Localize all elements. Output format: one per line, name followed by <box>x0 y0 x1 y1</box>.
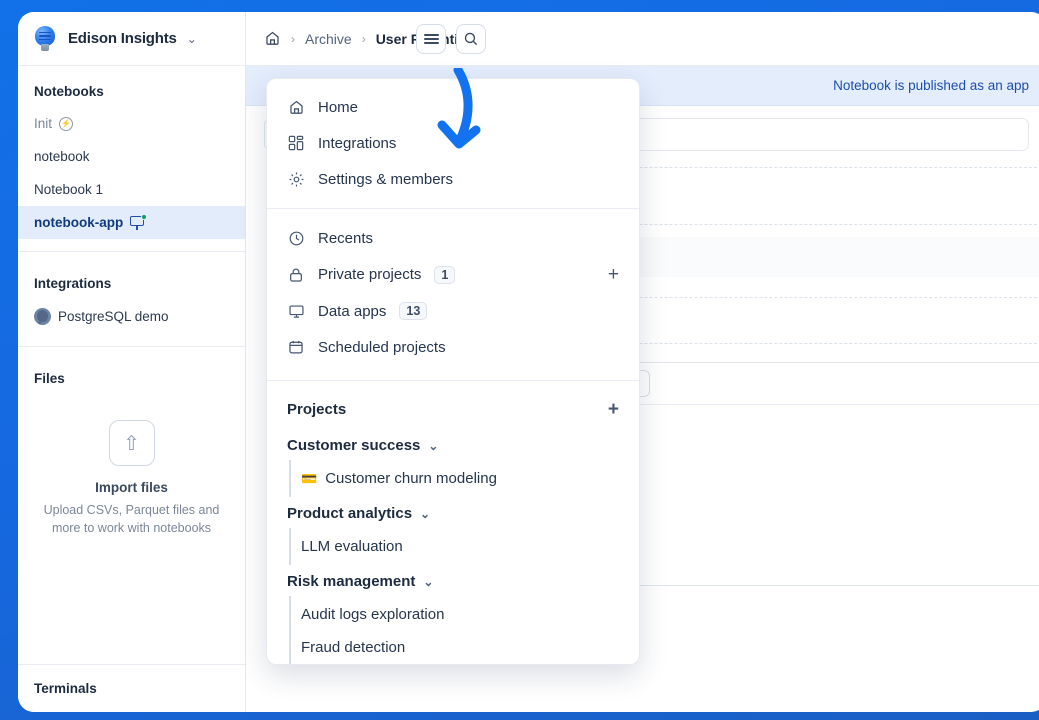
add-private-project-button[interactable]: + <box>608 265 619 284</box>
home-icon[interactable] <box>264 30 281 47</box>
notebooks-title: Notebooks <box>34 84 104 99</box>
monitor-live-icon <box>130 213 148 230</box>
lightning-circle-icon: ⚡ <box>59 116 74 131</box>
chevron-down-icon: ⌄ <box>420 506 431 521</box>
screen-root: Edison Insights ⌄ Notebooks Init ⚡ noteb… <box>0 0 1039 720</box>
app-window: Edison Insights ⌄ Notebooks Init ⚡ noteb… <box>18 12 1039 712</box>
menu-label: Scheduled projects <box>318 338 446 356</box>
project-item[interactable]: 💳 Customer churn modeling <box>267 460 639 497</box>
notebook-label: notebook-app <box>34 215 124 230</box>
files-empty-state: ⇧ Import files Upload CSVs, Parquet file… <box>18 394 245 563</box>
menu-top-group: Home Integrations Settings & members <box>267 79 639 199</box>
calendar-icon <box>287 338 305 356</box>
lock-icon <box>287 266 305 284</box>
menu-item-scheduled-projects[interactable]: Scheduled projects <box>267 329 639 365</box>
header-buttons <box>416 12 500 66</box>
private-projects-count: 1 <box>434 265 456 284</box>
workspace-switcher[interactable]: Edison Insights ⌄ <box>18 12 245 66</box>
breadcrumb-separator: › <box>361 31 366 46</box>
menu-label: Integrations <box>318 134 397 152</box>
menu-item-integrations[interactable]: Integrations <box>267 125 639 161</box>
menu-item-home[interactable]: Home <box>267 89 639 125</box>
clock-icon <box>287 229 305 247</box>
monitor-icon <box>287 302 305 320</box>
divider <box>18 346 245 347</box>
menu-item-recents[interactable]: Recents <box>267 220 639 256</box>
chevron-down-icon: ⌄ <box>186 31 197 46</box>
project-label: Audit logs exploration <box>301 606 445 623</box>
menu-item-private-projects[interactable]: Private projects 1 + <box>267 256 639 293</box>
integrations-title: Integrations <box>34 276 112 291</box>
project-item[interactable]: Fraud detection <box>267 629 639 664</box>
project-item[interactable]: Audit logs exploration <box>267 596 639 633</box>
breadcrumb-separator: › <box>291 31 295 46</box>
menu-label: Home <box>318 98 359 116</box>
sidebar: Edison Insights ⌄ Notebooks Init ⚡ noteb… <box>18 12 246 712</box>
menu-label: Settings & members <box>318 170 454 188</box>
project-label: LLM evaluation <box>301 538 403 555</box>
project-group-header[interactable]: Risk management ⌄ <box>267 563 639 598</box>
menu-item-data-apps[interactable]: Data apps 13 <box>267 293 639 329</box>
menu-mid-group: Recents Private projects 1 + Data apps 1… <box>267 218 639 371</box>
integrations-section: Integrations PostgreSQL demo <box>18 258 245 340</box>
project-item[interactable]: LLM evaluation <box>267 528 639 565</box>
project-groups: Customer success ⌄ 💳 Customer churn modelin… <box>267 427 639 664</box>
project-label: Customer churn modeling <box>325 470 497 487</box>
project-group-header[interactable]: Customer success ⌄ <box>267 427 639 462</box>
notebooks-section: Notebooks Init ⚡ notebook Notebook 1 not… <box>18 66 245 245</box>
files-section: Files ⇧ Import files Upload CSVs, Parque… <box>18 353 245 569</box>
hamburger-menu-icon[interactable] <box>416 24 446 54</box>
project-group-name: Customer success <box>287 437 421 454</box>
projects-title: Projects <box>287 401 347 418</box>
data-apps-count: 13 <box>399 302 428 320</box>
notebook-label: notebook <box>34 149 90 164</box>
add-project-button[interactable]: + <box>608 400 619 419</box>
chevron-down-icon: ⌄ <box>423 574 434 589</box>
search-icon[interactable] <box>456 24 486 54</box>
breadcrumb-item-archive[interactable]: Archive <box>305 31 352 47</box>
postgresql-icon <box>34 308 51 325</box>
project-label: Fraud detection <box>301 639 406 656</box>
menu-divider <box>267 208 639 209</box>
gear-icon <box>287 170 305 188</box>
project-group-name: Risk management <box>287 573 416 590</box>
sidebar-item-init[interactable]: Init ⚡ <box>18 107 245 140</box>
terminals-section[interactable]: Terminals <box>18 664 245 712</box>
files-title: Files <box>34 371 65 386</box>
workspace-name: Edison Insights <box>68 30 177 47</box>
sidebar-item-notebook[interactable]: notebook <box>18 140 245 173</box>
menu-label: Recents <box>318 229 374 247</box>
menu-label: Data apps <box>318 302 387 320</box>
breadcrumb: › Archive › User Retention <box>246 12 1039 66</box>
project-group-name: Product analytics <box>287 505 413 522</box>
grid-blocks-icon <box>287 134 305 152</box>
menu-label: Private projects <box>318 266 422 283</box>
notebook-label: Init <box>34 116 53 131</box>
sidebar-item-notebook-1[interactable]: Notebook 1 <box>18 173 245 206</box>
sidebar-item-postgresql-demo[interactable]: PostgreSQL demo <box>18 299 245 334</box>
files-empty-title: Import files <box>95 480 168 495</box>
integration-label: PostgreSQL demo <box>58 309 169 324</box>
main-navigation-menu: Home Integrations Settings & members Rec… <box>266 78 640 665</box>
home-icon <box>287 98 305 116</box>
projects-header: Projects + <box>267 390 639 427</box>
project-group-header[interactable]: Product analytics ⌄ <box>267 495 639 530</box>
menu-divider <box>267 380 639 381</box>
divider <box>18 251 245 252</box>
upload-icon[interactable]: ⇧ <box>108 420 155 466</box>
lightbulb-icon <box>32 25 58 52</box>
notebook-label: Notebook 1 <box>34 182 104 197</box>
files-empty-desc: Upload CSVs, Parquet files and more to w… <box>43 503 220 536</box>
project-emoji-icon: 💳 <box>301 470 318 486</box>
sidebar-item-notebook-app[interactable]: notebook-app <box>18 206 245 239</box>
chevron-down-icon: ⌄ <box>428 438 439 453</box>
menu-item-settings-members[interactable]: Settings & members <box>267 161 639 197</box>
